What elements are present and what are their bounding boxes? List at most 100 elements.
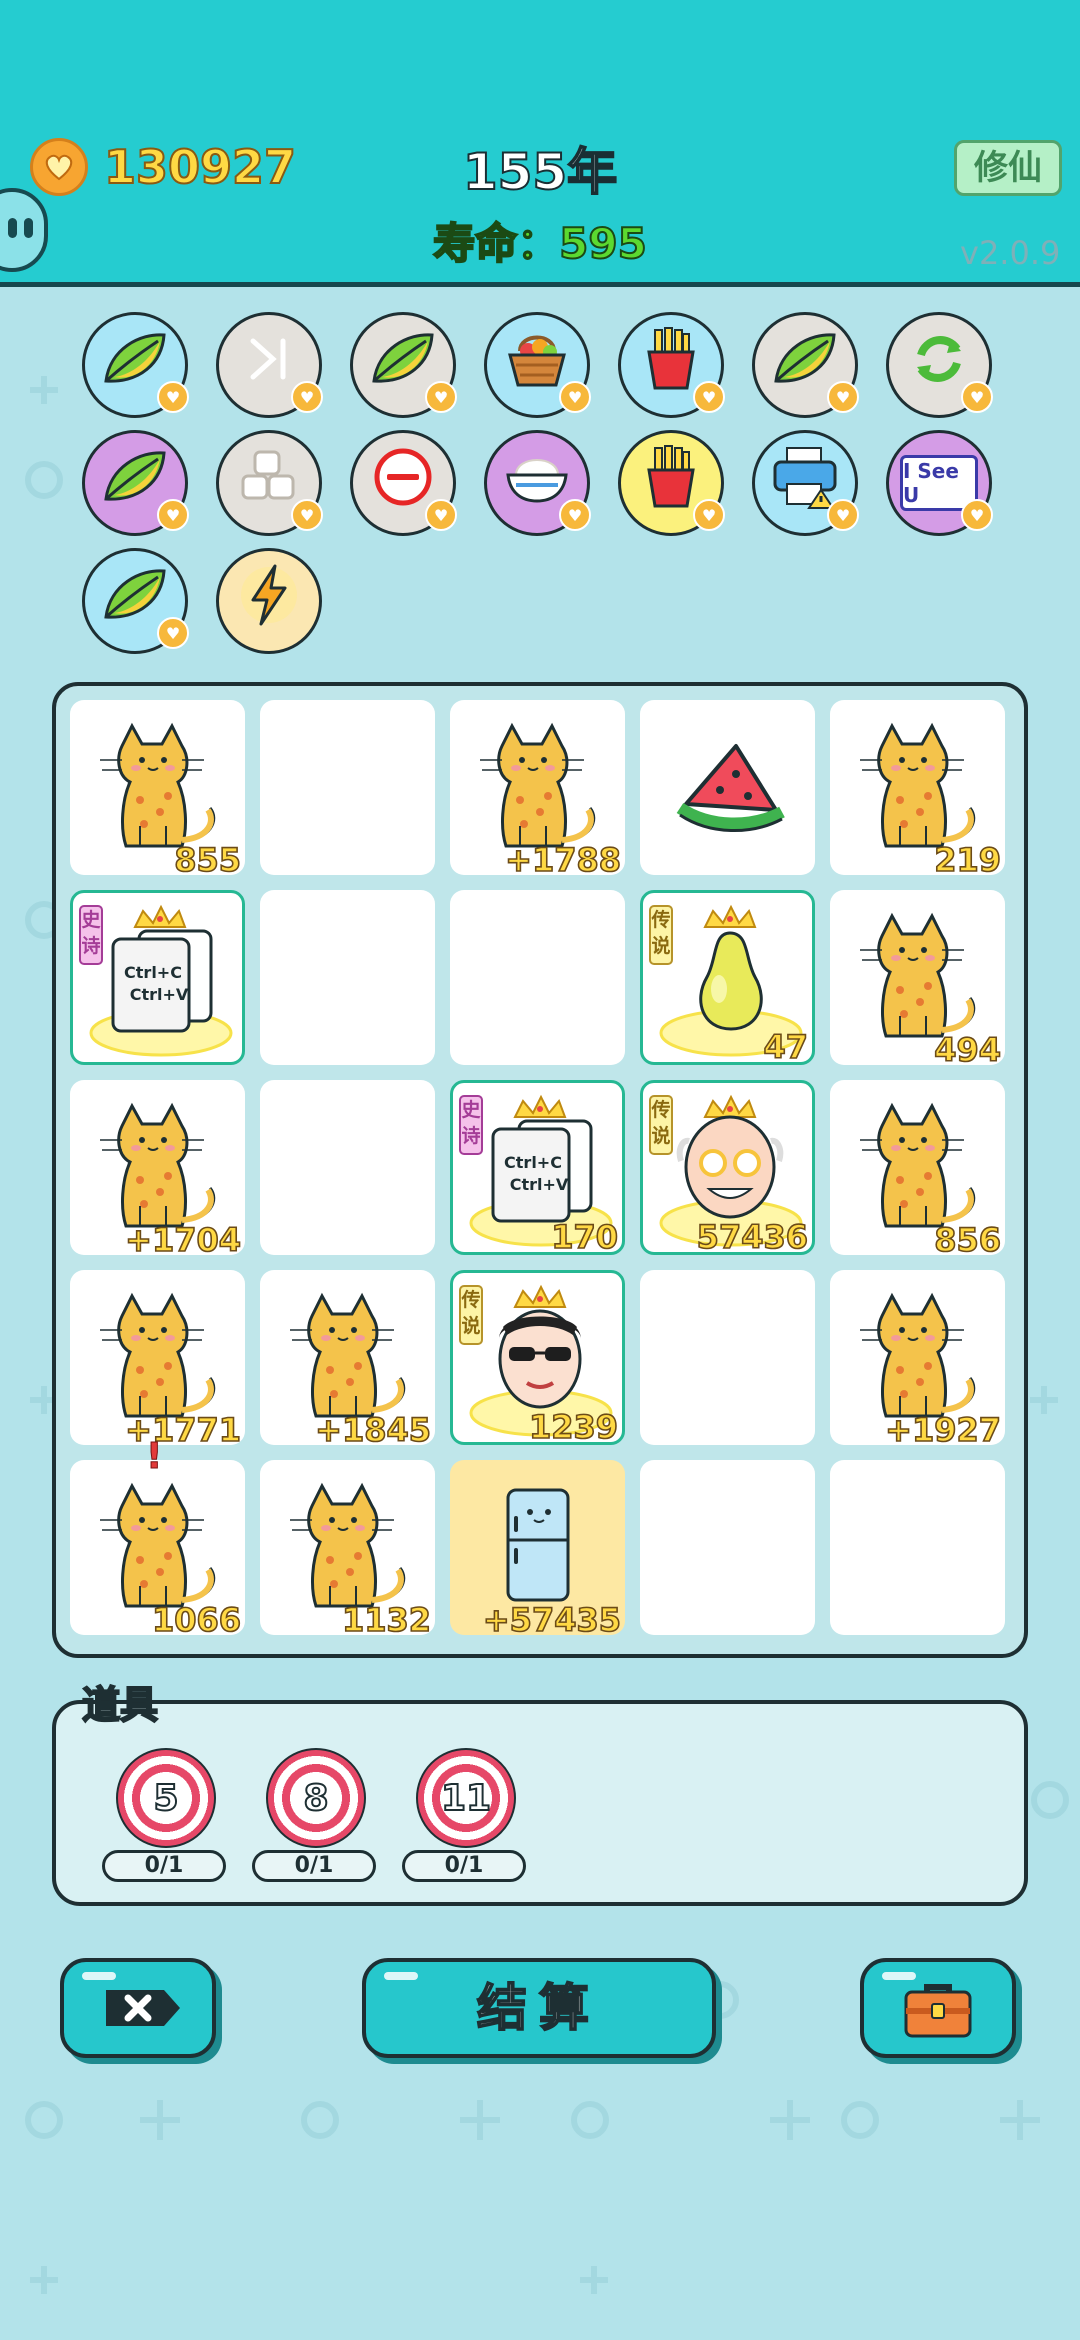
heart-badge-icon: ♥ [961,381,993,413]
briefcase-icon [904,1984,972,2038]
board-cell-cat[interactable]: 856 [830,1080,1005,1260]
exit-button[interactable] [60,1958,216,2058]
skill-slot[interactable]: ♥ [752,430,859,536]
board-cell-watermelon[interactable] [640,700,815,875]
skill-slot[interactable] [216,548,322,654]
heart-badge-icon: ♥ [157,381,189,413]
skill-slot[interactable]: ♥ [350,312,457,418]
rarity-tag: 史诗 [459,1095,483,1155]
skill-slot[interactable]: ♥ [618,312,725,418]
alert-icon: ! [145,1436,163,1478]
heart-badge-icon: ♥ [425,499,457,531]
heart-badge-icon: ♥ [425,381,457,413]
paste-text: Ctrl+V [509,1175,569,1194]
game-board: 855 +1788 219 Ctrl+C Ctrl+V 史诗 传说 47 494 +1704 Ctr… [52,682,1028,1658]
heart-badge-icon: ♥ [157,499,189,531]
board-cell-cat[interactable]: +1771 [70,1270,245,1450]
close-icon [106,1990,180,2026]
copy-text: Ctrl+C [124,963,182,982]
cell-value: 47 [763,1027,809,1067]
board-cell-cat[interactable]: 855 [70,700,245,880]
heart-badge-icon: ♥ [559,499,591,531]
items-title: 道具 [81,1682,159,1728]
cell-value: 1239 [528,1407,619,1447]
skill-slot[interactable]: I See U ♥ [886,430,993,536]
backpack-button[interactable] [860,1958,1016,2058]
target-item-1[interactable]: 5 0/1 [102,1748,230,1888]
cell-value: +57435 [482,1600,622,1640]
settle-button[interactable]: 结算 [362,1958,716,2058]
board-cell-cat[interactable]: +1845 [260,1270,435,1450]
heart-badge-icon: ♥ [827,499,859,531]
skill-slot[interactable]: ♥ [216,312,323,418]
target-value: 5 [152,1777,179,1820]
cell-value: 57436 [696,1217,809,1257]
rarity-tag: 史诗 [79,905,103,965]
paste-text: Ctrl+V [129,985,189,1004]
skill-slot[interactable]: ♥ [752,312,859,418]
skill-slot[interactable]: ♥ [82,548,189,654]
skill-slot[interactable]: ♥ [484,430,591,536]
board-cell-sunglasses[interactable]: 传说 1239 [450,1270,625,1447]
board-cell-copy[interactable]: Ctrl+C Ctrl+V 史诗 [70,890,245,1065]
cell-value: 219 [933,840,1001,880]
board-cell-pear[interactable]: 传说 47 [640,890,815,1067]
cell-value: 1132 [341,1600,432,1640]
heart-badge-icon: ♥ [693,381,725,413]
skill-slot[interactable]: ♥ [350,430,457,536]
board-cell-cat[interactable]: +1788 [450,700,625,880]
cell-value: +1845 [314,1410,431,1450]
target-value: 8 [302,1777,329,1820]
skill-slot[interactable]: ♥ [886,312,993,418]
cell-value: +1927 [884,1410,1001,1450]
target-icon: 8 [266,1748,366,1848]
copy-text: Ctrl+C [504,1153,562,1172]
cell-value: +1704 [124,1220,241,1260]
board-cell-oldman[interactable]: 传说 57436 [640,1080,815,1257]
empty-cell[interactable] [260,890,435,1065]
skill-slot[interactable]: ♥ [82,430,189,536]
year-label: 155年 [462,142,618,202]
board-cell-cat[interactable]: 494 [830,890,1005,1070]
empty-cell[interactable] [640,1270,815,1445]
empty-cell[interactable] [640,1460,815,1635]
empty-cell[interactable] [260,700,435,875]
skill-slot[interactable]: ♥ [216,430,323,536]
item-count: 0/1 [102,1850,226,1882]
board-cell-cat[interactable]: 219 [830,700,1005,880]
settle-label: 结算 [476,1978,601,2038]
fries-icon [641,444,701,523]
lightning-icon [239,560,299,643]
board-cell-fridge[interactable]: +57435 [450,1460,625,1640]
board-cell-cat[interactable]: +1927 [830,1270,1005,1450]
fries-icon [641,326,701,405]
rarity-tag: 传说 [459,1285,483,1345]
board-cell-cat[interactable]: +1704 [70,1080,245,1260]
coin-heart-icon [30,138,88,196]
target-icon: 5 [116,1748,216,1848]
life-label: 寿命：595 [432,218,648,269]
target-item-3[interactable]: 11 0/1 [402,1748,530,1888]
cell-value: 856 [933,1220,1001,1260]
empty-cell[interactable] [260,1080,435,1255]
heart-badge-icon: ♥ [693,499,725,531]
heart-badge-icon: ♥ [559,381,591,413]
board-cell-cat[interactable]: 1066! [70,1436,245,1640]
skill-slot[interactable]: ♥ [484,312,591,418]
rarity-tag: 传说 [649,905,673,965]
board-cell-cat[interactable]: 1132 [260,1460,435,1640]
board-cell-copy[interactable]: Ctrl+C Ctrl+V 史诗 170 [450,1080,625,1257]
skill-icons-panel: ♥ ♥ ♥ ♥ ♥ ♥ ♥ ♥ ♥ ♥ ♥ ♥ ♥ I See U ♥ ♥ [0,282,1080,672]
cell-value: 1066 [151,1600,242,1640]
cell-value: 494 [933,1030,1001,1070]
item-count: 0/1 [252,1850,376,1882]
xiuxian-button[interactable]: 修仙 [954,140,1062,196]
skill-slot[interactable]: ♥ [618,430,725,536]
heart-badge-icon: ♥ [291,381,323,413]
target-item-2[interactable]: 8 0/1 [252,1748,380,1888]
cell-value: +1788 [504,840,621,880]
empty-cell[interactable] [450,890,625,1065]
empty-cell[interactable] [830,1460,1005,1635]
skill-slot[interactable]: ♥ [82,312,189,418]
heart-badge-icon: ♥ [961,499,993,531]
